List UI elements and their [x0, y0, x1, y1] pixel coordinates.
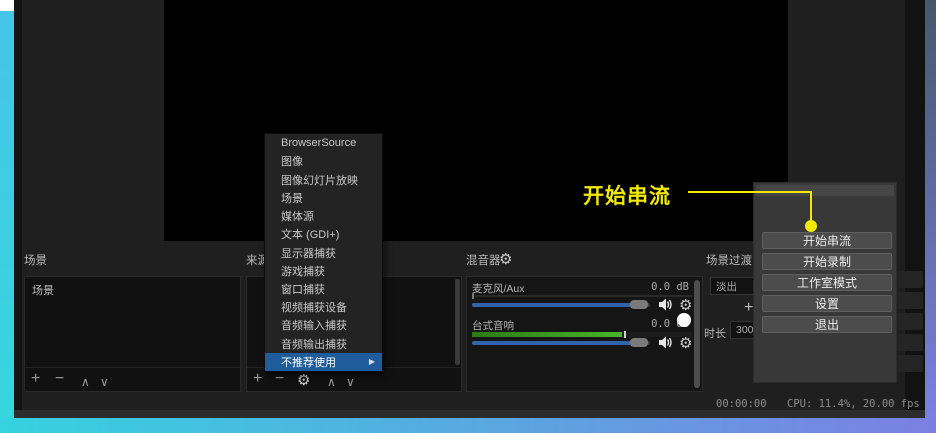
- window-bottom-edge: [14, 410, 925, 418]
- menu-item-label: 场景: [281, 190, 303, 206]
- speaker-icon[interactable]: [658, 297, 674, 317]
- frame-bottom-gradient: [0, 418, 936, 433]
- annotation-dot: [805, 220, 817, 232]
- dock-button[interactable]: [897, 313, 923, 330]
- mixer-panel: 麦克风/Aux 0.0 dB ⚙ 台式音响 0.0 dB: [466, 276, 703, 392]
- menu-item-display-capture[interactable]: 显示器捕获: [265, 243, 382, 261]
- mixer-meter-fill: [472, 332, 622, 337]
- annotation-line-horizontal: [688, 191, 811, 193]
- menu-item-label: 窗口捕获: [281, 281, 325, 297]
- exit-button[interactable]: 退出: [762, 316, 892, 333]
- dock-button[interactable]: [897, 292, 923, 309]
- speaker-icon[interactable]: [658, 335, 674, 355]
- mixer-meter-peak-tick: [624, 331, 626, 338]
- transition-add-icon[interactable]: +: [744, 300, 753, 316]
- volume-slider-handle[interactable]: [630, 338, 648, 347]
- menu-item-label: 不推荐使用: [281, 354, 336, 370]
- menu-item-label: 图像: [281, 153, 303, 169]
- volume-slider-fill: [472, 341, 634, 345]
- mixer-scrollbar[interactable]: [694, 280, 700, 388]
- menu-item-audio-input-capture[interactable]: 音频输入捕获: [265, 316, 382, 334]
- mixer-channel-name: 台式音响: [472, 318, 514, 333]
- sources-scrollbar[interactable]: [455, 279, 460, 365]
- frame-right-gradient: [925, 0, 936, 418]
- channel-settings-icon[interactable]: ⚙: [679, 298, 692, 313]
- studio-mode-button[interactable]: 工作室模式: [762, 274, 892, 291]
- scenes-toolbar-divider: [25, 367, 240, 368]
- scene-move-down-icon[interactable]: ∨: [100, 374, 109, 390]
- menu-item-label: 图像幻灯片放映: [281, 172, 358, 188]
- page-corner: [0, 0, 14, 11]
- menu-item-image-slideshow[interactable]: 图像幻灯片放映: [265, 170, 382, 188]
- menu-item-scene[interactable]: 场景: [265, 189, 382, 207]
- channel-settings-icon[interactable]: ⚙: [679, 336, 692, 351]
- source-move-down-icon[interactable]: ∨: [346, 374, 355, 390]
- source-move-up-icon[interactable]: ∧: [327, 374, 336, 390]
- start-streaming-button[interactable]: 开始串流: [762, 232, 892, 249]
- menu-item-text-gdi[interactable]: 文本 (GDI+): [265, 225, 382, 243]
- menu-item-label: 音频输出捕获: [281, 336, 347, 352]
- menu-item-media-source[interactable]: 媒体源: [265, 207, 382, 225]
- mixer-channel-name: 麦克风/Aux: [472, 281, 525, 296]
- annotation-label: 开始串流: [583, 180, 671, 210]
- transitions-panel-title: 场景过渡: [706, 254, 752, 268]
- menu-item-audio-output-capture[interactable]: 音频输出捕获: [265, 335, 382, 353]
- scene-add-icon[interactable]: +: [31, 371, 40, 387]
- add-source-menu: BrowserSource 图像 图像幻灯片放映 场景 媒体源 文本 (GDI+…: [264, 133, 383, 372]
- menu-item-label: 文本 (GDI+): [281, 226, 339, 242]
- mixer-channel-level: 0.0 dB: [615, 281, 689, 293]
- dock-button[interactable]: [897, 271, 923, 288]
- volume-slider-fill: [472, 303, 634, 307]
- frame-left-gradient: [0, 11, 14, 433]
- transition-duration-label: 时长: [704, 325, 726, 341]
- mixer-settings-icon[interactable]: ⚙: [499, 252, 512, 266]
- menu-item-label: 视频捕获设备: [281, 299, 347, 315]
- menu-item-video-capture-device[interactable]: 视频捕获设备: [265, 298, 382, 316]
- source-remove-icon[interactable]: −: [275, 371, 284, 387]
- menu-item-label: 显示器捕获: [281, 245, 336, 261]
- start-recording-button[interactable]: 开始录制: [762, 253, 892, 270]
- click-indicator-dot: [677, 313, 691, 327]
- obs-screenshot: 场景 来源 混音器 ⚙ 场景过渡 场景 + − ∧ ∨ + − ⚙ ∧ ∨ 麦克…: [0, 0, 936, 433]
- mixer-meter-tick: [472, 293, 474, 299]
- controls-popup: 开始串流 开始录制 工作室模式 设置 退出: [753, 182, 897, 383]
- window-left-edge: [14, 0, 22, 418]
- menu-item-window-capture[interactable]: 窗口捕获: [265, 280, 382, 298]
- scene-list-item[interactable]: 场景: [32, 282, 54, 298]
- menu-item-image[interactable]: 图像: [265, 152, 382, 170]
- source-properties-icon[interactable]: ⚙: [297, 373, 310, 388]
- dock-button[interactable]: [897, 334, 923, 351]
- settings-button[interactable]: 设置: [762, 295, 892, 312]
- menu-item-label: 音频输入捕获: [281, 317, 347, 333]
- menu-item-deprecated[interactable]: 不推荐使用 ▶: [265, 353, 382, 371]
- annotation-line-vertical: [810, 191, 812, 221]
- scene-move-up-icon[interactable]: ∧: [81, 374, 90, 390]
- menu-item-label: 游戏捕获: [281, 263, 325, 279]
- scenes-panel: 场景 + − ∧ ∨: [24, 276, 241, 392]
- menu-item-label: 媒体源: [281, 208, 314, 224]
- dock-button[interactable]: [897, 355, 923, 372]
- menu-item-game-capture[interactable]: 游戏捕获: [265, 262, 382, 280]
- menu-item-label: BrowserSource: [281, 137, 356, 149]
- submenu-arrow-icon: ▶: [369, 357, 375, 366]
- video-preview-canvas[interactable]: [164, 0, 788, 241]
- source-add-icon[interactable]: +: [253, 371, 262, 387]
- scene-remove-icon[interactable]: −: [55, 371, 64, 387]
- scenes-panel-title: 场景: [24, 254, 47, 268]
- menu-item-browsersource[interactable]: BrowserSource: [265, 134, 382, 152]
- volume-slider-handle[interactable]: [630, 300, 648, 309]
- mixer-panel-title: 混音器: [466, 254, 501, 268]
